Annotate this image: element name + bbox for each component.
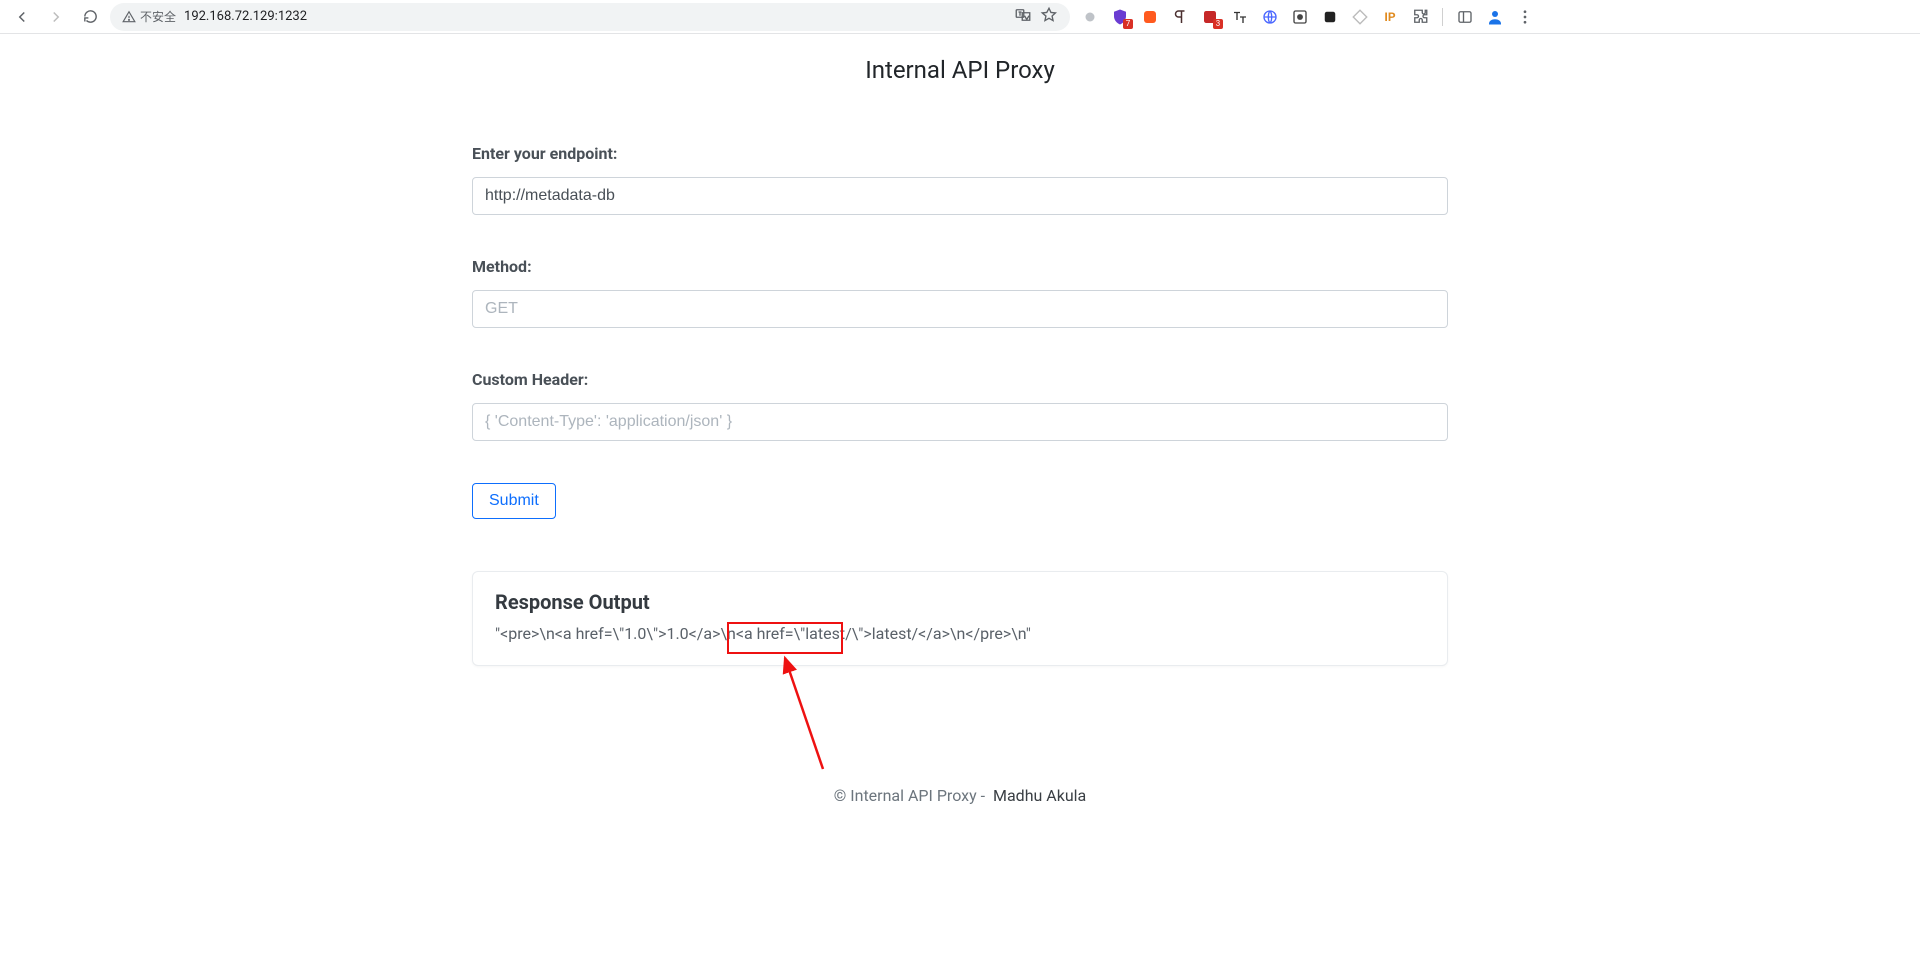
- header-label: Custom Header:: [472, 370, 1448, 389]
- kebab-menu-icon[interactable]: [1515, 7, 1535, 27]
- security-indicator[interactable]: 不安全: [122, 8, 176, 25]
- address-bar-right: [1014, 6, 1058, 28]
- ext-sphere-icon[interactable]: [1260, 7, 1280, 27]
- ext-dot-icon[interactable]: [1080, 7, 1100, 27]
- reload-button[interactable]: [76, 3, 104, 31]
- back-button[interactable]: [8, 3, 36, 31]
- ext-diamond-icon[interactable]: [1350, 7, 1370, 27]
- footer-prefix: © Internal API Proxy -: [834, 786, 985, 805]
- ext-record-icon[interactable]: [1290, 7, 1310, 27]
- ext-badge-2: 3: [1213, 19, 1223, 29]
- response-body: "<pre>\n<a href=\"1.0\">1.0</a>\n<a href…: [495, 624, 1425, 643]
- ext-badge: 7: [1123, 19, 1133, 29]
- ext-dark-square-icon[interactable]: [1320, 7, 1340, 27]
- submit-button[interactable]: Submit: [472, 483, 556, 519]
- footer-author-link[interactable]: Madhu Akula: [993, 786, 1086, 805]
- endpoint-input[interactable]: [472, 177, 1448, 215]
- warning-icon: [122, 10, 136, 24]
- ext-red-badge-icon[interactable]: 3: [1200, 7, 1220, 27]
- profile-icon[interactable]: [1485, 7, 1505, 27]
- ext-ip-icon[interactable]: IP: [1380, 7, 1400, 27]
- response-card: Response Output "<pre>\n<a href=\"1.0\">…: [472, 571, 1448, 666]
- toolbar-separator: [1442, 8, 1443, 26]
- ext-shield-icon[interactable]: 7: [1110, 7, 1130, 27]
- footer: © Internal API Proxy - Madhu Akula: [472, 786, 1448, 805]
- star-icon[interactable]: [1040, 6, 1058, 28]
- extensions-puzzle-icon[interactable]: [1410, 7, 1430, 27]
- page-content: Internal API Proxy Enter your endpoint: …: [460, 34, 1460, 845]
- header-input[interactable]: [472, 403, 1448, 441]
- page-title: Internal API Proxy: [472, 56, 1448, 84]
- ext-orange-icon[interactable]: [1140, 7, 1160, 27]
- endpoint-label: Enter your endpoint:: [472, 144, 1448, 163]
- method-input[interactable]: [472, 290, 1448, 328]
- response-title: Response Output: [495, 590, 1425, 614]
- browser-toolbar: 不安全 192.168.72.129:1232 7 3 IP: [0, 0, 1920, 34]
- translate-icon[interactable]: [1014, 6, 1032, 28]
- extension-icons: 7 3 IP: [1076, 7, 1539, 27]
- url-text: 192.168.72.129:1232: [184, 9, 307, 24]
- method-label: Method:: [472, 257, 1448, 276]
- ext-paragraph-icon[interactable]: [1170, 7, 1190, 27]
- address-bar[interactable]: 不安全 192.168.72.129:1232: [110, 3, 1070, 31]
- forward-button[interactable]: [42, 3, 70, 31]
- side-panel-icon[interactable]: [1455, 7, 1475, 27]
- not-secure-label: 不安全: [140, 8, 176, 25]
- annotation-arrow: [773, 654, 833, 778]
- ext-translate2-icon[interactable]: [1230, 7, 1250, 27]
